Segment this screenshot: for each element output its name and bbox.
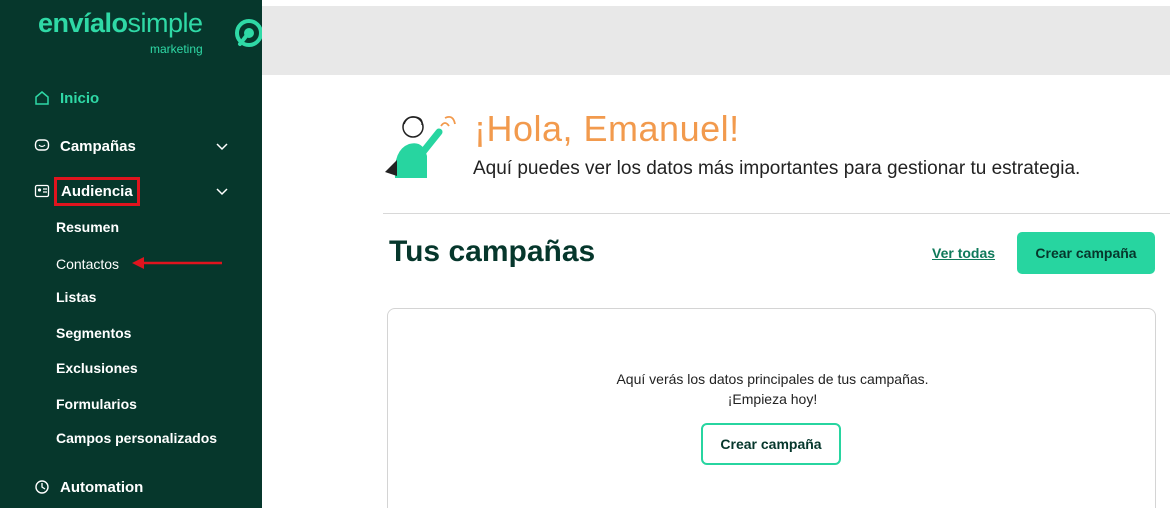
campaigns-empty-card: Aquí verás los datos principales de tus … xyxy=(387,308,1156,508)
sidebar-item-label: Audiencia xyxy=(61,182,133,200)
chat-icon xyxy=(34,138,50,154)
contact-card-icon xyxy=(34,183,50,199)
app-window: envíalosimple marketing Inicio Campañas xyxy=(0,0,1170,508)
divider xyxy=(383,213,1170,214)
waving-person-illustration xyxy=(385,115,456,178)
section-title: Tus campañas xyxy=(389,235,596,268)
create-campaign-button[interactable]: Crear campaña xyxy=(1017,232,1155,274)
greeting-title: ¡Hola, Emanuel! xyxy=(474,108,740,149)
automation-icon xyxy=(34,479,50,495)
see-all-link[interactable]: Ver todas xyxy=(932,245,995,261)
sidebar-subitem-resumen[interactable]: Resumen xyxy=(56,219,119,235)
top-bar xyxy=(262,6,1170,75)
brand-mark-icon xyxy=(235,19,263,47)
sidebar-item-campanas[interactable]: Campañas xyxy=(0,129,262,163)
brand-tagline: marketing xyxy=(150,42,203,56)
sidebar-subitem-campos-personalizados[interactable]: Campos personalizados xyxy=(56,430,217,446)
brand-name-light: simple xyxy=(127,8,204,38)
sidebar-subitem-listas[interactable]: Listas xyxy=(56,289,96,305)
sidebar-item-automation[interactable]: Automation xyxy=(0,470,262,504)
brand-name-bold: envíalo xyxy=(38,8,128,38)
highlight-box: Audiencia xyxy=(54,176,140,206)
sidebar-item-audiencia[interactable]: Audiencia xyxy=(0,174,262,208)
brand-logo[interactable]: envíalosimple marketing xyxy=(38,8,263,56)
sidebar-subitem-formularios[interactable]: Formularios xyxy=(56,396,137,412)
sidebar-subitem-segmentos[interactable]: Segmentos xyxy=(56,325,131,341)
sidebar: envíalosimple marketing Inicio Campañas xyxy=(0,0,263,508)
chevron-down-icon[interactable] xyxy=(215,184,229,198)
sidebar-item-label: Inicio xyxy=(60,89,100,107)
home-icon xyxy=(34,90,50,106)
sidebar-subitem-contactos[interactable]: Contactos xyxy=(56,256,119,272)
annotation-arrow-icon xyxy=(132,257,222,269)
empty-state-text: Aquí verás los datos principales de tus … xyxy=(616,371,929,387)
chevron-down-icon[interactable] xyxy=(215,139,229,153)
empty-state-cta-text: ¡Empieza hoy! xyxy=(727,391,818,407)
greeting-subtitle: Aquí puedes ver los datos más importante… xyxy=(473,158,1081,179)
sidebar-subitem-exclusiones[interactable]: Exclusiones xyxy=(56,360,138,376)
create-campaign-outline-button[interactable]: Crear campaña xyxy=(701,423,841,465)
sidebar-item-label: Automation xyxy=(60,478,144,496)
sidebar-item-label: Campañas xyxy=(60,137,136,155)
sidebar-item-inicio[interactable]: Inicio xyxy=(0,81,262,115)
